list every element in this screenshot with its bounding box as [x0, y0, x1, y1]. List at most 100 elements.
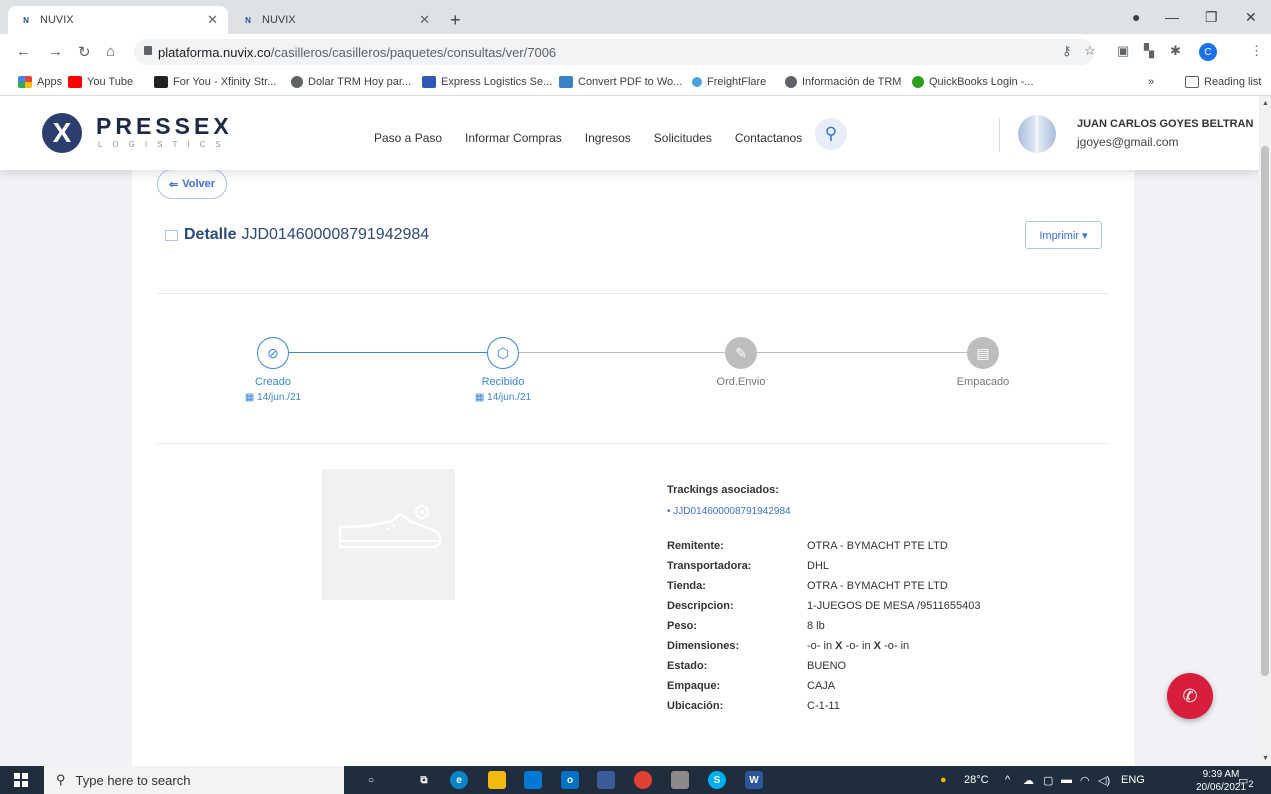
- content-card: [132, 96, 1134, 766]
- chart-icon: [165, 229, 178, 241]
- tracking-link[interactable]: • JJD014600008791942984: [667, 506, 791, 517]
- bookmark-quickbooks[interactable]: QuickBooks Login -...: [912, 76, 1034, 88]
- value-estado: BUENO: [807, 660, 847, 672]
- nav-ingresos[interactable]: Ingresos: [585, 131, 631, 145]
- step-date-recibido: ▦ 14/jun./21: [474, 392, 532, 403]
- extension-icon[interactable]: ▣: [1117, 43, 1129, 59]
- close-tab-icon[interactable]: ✕: [419, 12, 430, 28]
- battery-icon[interactable]: ▬: [1061, 774, 1072, 786]
- bookmark-flag-icon[interactable]: ▚: [1144, 43, 1154, 59]
- forward-arrow-icon[interactable]: →: [48, 43, 63, 60]
- home-icon[interactable]: ⌂: [106, 43, 115, 60]
- minimize-icon[interactable]: —: [1165, 9, 1179, 25]
- browser-tab-2[interactable]: N NUVIX ✕: [230, 6, 440, 34]
- bookmark-convert-pdf[interactable]: Convert PDF to Wo...: [559, 76, 682, 88]
- label-ubicacion: Ubicación:: [667, 700, 724, 712]
- step-date-creado: ▦ 14/jun./21: [244, 392, 302, 403]
- volume-icon[interactable]: ◁): [1098, 774, 1110, 787]
- browser-tab-1[interactable]: N NUVIX ✕: [8, 6, 228, 34]
- divider: [157, 293, 1108, 294]
- user-name: JUAN CARLOS GOYES BELTRAN: [1077, 118, 1254, 130]
- input-language[interactable]: ENG: [1121, 774, 1145, 786]
- calendar-icon: ▦: [474, 392, 488, 403]
- value-tienda: OTRA - BYMACHT PTE LTD: [807, 580, 948, 592]
- search-icon[interactable]: ⚲: [815, 118, 847, 150]
- store-icon[interactable]: [524, 771, 542, 789]
- bookmarks-overflow[interactable]: »: [1148, 76, 1154, 88]
- weather-temp[interactable]: 28°C: [964, 774, 989, 786]
- windows-start-icon[interactable]: [14, 773, 28, 787]
- back-arrow-icon[interactable]: ←: [16, 43, 31, 60]
- photos-icon[interactable]: [597, 771, 615, 789]
- key-icon[interactable]: ⚷: [1062, 43, 1072, 59]
- chat-fab-button[interactable]: ✆: [1167, 673, 1213, 719]
- edge-icon[interactable]: e: [450, 771, 468, 789]
- nav-informar-compras[interactable]: Informar Compras: [465, 131, 562, 145]
- step-connector-done: [289, 352, 487, 353]
- print-dropdown-button[interactable]: Imprimir ▾: [1025, 221, 1102, 249]
- star-icon[interactable]: ☆: [1084, 43, 1096, 59]
- nav-contactanos[interactable]: Contactanos: [735, 131, 802, 145]
- profile-avatar[interactable]: C: [1199, 43, 1217, 61]
- pressex-logo-icon[interactable]: X: [42, 113, 82, 153]
- nuvix-favicon-icon: N: [23, 15, 29, 25]
- page-scrollbar[interactable]: ▲ ▼: [1259, 96, 1271, 766]
- check-circle-icon: ⊘: [257, 337, 289, 369]
- value-empaque: CAJA: [807, 680, 836, 692]
- bookmark-youtube[interactable]: You Tube: [68, 76, 133, 88]
- xfinity-icon: [154, 76, 168, 88]
- apps-grid-icon: [18, 76, 32, 88]
- bookmark-freightflare[interactable]: FreightFlare: [692, 76, 766, 88]
- reply-arrow-icon: ⇐: [169, 178, 179, 191]
- reading-list[interactable]: Reading list: [1185, 76, 1261, 88]
- shoe-icon: [338, 505, 442, 549]
- label-estado: Estado:: [667, 660, 708, 672]
- weather-sun-icon: ●: [940, 774, 947, 786]
- record-icon[interactable]: ●: [1132, 9, 1140, 25]
- cortana-icon[interactable]: ○: [362, 771, 380, 789]
- menu-kebab-icon[interactable]: ⋮: [1250, 43, 1263, 59]
- close-window-icon[interactable]: ✕: [1245, 9, 1257, 26]
- label-peso: Peso:: [667, 620, 697, 632]
- wifi-icon[interactable]: ◠: [1080, 774, 1090, 787]
- header-divider: [999, 118, 1000, 152]
- value-remitente: OTRA - BYMACHT PTE LTD: [807, 540, 948, 552]
- task-view-icon[interactable]: ⧉: [415, 771, 433, 789]
- outlook-icon[interactable]: o: [561, 771, 579, 789]
- bookmark-xfinity[interactable]: For You - Xfinity Str...: [154, 76, 276, 88]
- nav-solicitudes[interactable]: Solicitudes: [654, 131, 712, 145]
- taskbar-search-input[interactable]: ⚲ Type here to search: [44, 766, 344, 794]
- back-button[interactable]: ⇐ Volver: [157, 169, 228, 199]
- chrome-icon[interactable]: [634, 771, 652, 789]
- url-bar[interactable]: plataforma.nuvix.co/casilleros/casillero…: [134, 39, 1094, 65]
- reload-icon[interactable]: ↻: [78, 43, 91, 61]
- label-transportadora: Transportadora:: [667, 560, 752, 572]
- bookmark-express-logistics[interactable]: Express Logistics Se...: [422, 76, 552, 88]
- step-label-recibido: Recibido: [481, 376, 525, 388]
- bookmark-apps[interactable]: Apps: [18, 76, 62, 88]
- nav-paso-a-paso[interactable]: Paso a Paso: [374, 131, 442, 145]
- cloud-icon[interactable]: ☁: [1023, 774, 1034, 787]
- file-explorer-icon[interactable]: [488, 771, 506, 789]
- divider: [157, 443, 1108, 444]
- new-tab-icon[interactable]: +: [450, 10, 461, 31]
- tray-chevron-icon[interactable]: ^: [1005, 774, 1010, 786]
- scroll-up-icon[interactable]: ▲: [1262, 100, 1269, 107]
- logo-text[interactable]: PRESSEX: [96, 113, 233, 140]
- app-icon[interactable]: [671, 771, 689, 789]
- puzzle-icon[interactable]: ✱: [1170, 43, 1181, 59]
- page-title: Detalle JJD014600008791942984: [165, 226, 429, 244]
- bookmark-dolar-trm[interactable]: Dolar TRM Hoy par...: [291, 76, 411, 88]
- avatar[interactable]: [1018, 115, 1056, 153]
- skype-icon[interactable]: S: [708, 771, 726, 789]
- scroll-thumb[interactable]: [1261, 146, 1269, 676]
- freightflare-icon: [692, 77, 702, 87]
- close-tab-icon[interactable]: ✕: [207, 12, 218, 28]
- bookmark-informacion-trm[interactable]: Información de TRM: [785, 76, 901, 88]
- restore-icon[interactable]: ❐: [1205, 9, 1218, 26]
- word-icon[interactable]: W: [745, 771, 763, 789]
- notification-icon[interactable]: ▭2: [1238, 774, 1254, 789]
- scroll-down-icon[interactable]: ▼: [1262, 755, 1269, 762]
- calendar-icon: ▦: [244, 392, 258, 403]
- meet-icon[interactable]: ▢: [1043, 774, 1053, 787]
